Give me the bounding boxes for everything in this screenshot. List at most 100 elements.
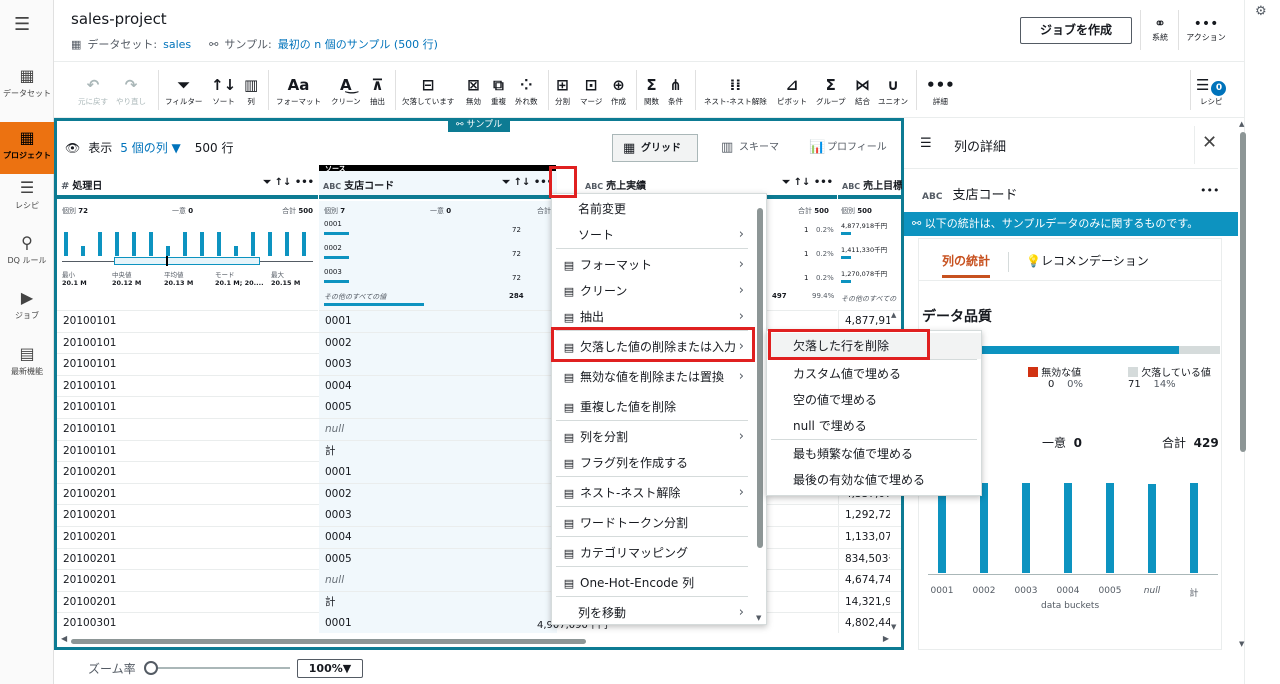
join-button[interactable]: ⋈ 結合: [855, 76, 870, 107]
menu-item[interactable]: ▤ 列を分割 ›: [556, 424, 752, 450]
outlier-button[interactable]: ⁘ 外れ数: [515, 76, 538, 107]
table-row[interactable]: 20100201 0003 1,292,725: [57, 505, 901, 527]
top-value-bar: [324, 280, 350, 283]
submenu-item[interactable]: 最後の有効な値で埋める: [767, 467, 981, 493]
more-icon[interactable]: •••: [814, 177, 833, 188]
union-button[interactable]: ∪ ユニオン: [878, 76, 908, 107]
submenu-item[interactable]: 空の値で埋める: [767, 387, 981, 413]
create-button[interactable]: ⊕ 作成: [611, 76, 626, 107]
create-job-button[interactable]: ジョブを作成: [1020, 17, 1132, 44]
sort-icon[interactable]: ↑↓: [514, 177, 531, 188]
menu-item-label: ワードトークン分割: [580, 516, 689, 530]
menu-item[interactable]: ソート ›: [556, 222, 752, 248]
toolbar: ↶ 元に戻す ↷ やり直し ⏷ フィルター ↑↓ ソート ▥ 列 Aa フォーマット A͜ ク…: [54, 62, 1244, 118]
zoom-select[interactable]: 100%▼: [297, 659, 363, 678]
dataset-link[interactable]: sales: [163, 38, 191, 51]
more-icon[interactable]: •••: [1200, 184, 1219, 197]
dq-icon: ⚲: [21, 233, 33, 252]
nav-whats-new[interactable]: ▤ 最新機能: [0, 344, 54, 377]
tab-recommendations[interactable]: 💡レコメンデーション: [1026, 252, 1149, 278]
menu-item[interactable]: 名前変更: [556, 196, 752, 222]
horizontal-scrollbar[interactable]: ◀ ▶: [61, 634, 889, 645]
extract-button[interactable]: ⊼ 抽出: [370, 76, 385, 107]
menu-item[interactable]: 列を移動 ›: [556, 600, 752, 626]
chevron-right-icon: ›: [738, 283, 744, 298]
menu-item[interactable]: ▤ ワードトークン分割: [556, 510, 752, 536]
menu-item[interactable]: ▤ 無効な値を削除または置換 ›: [556, 364, 752, 390]
sort-icon[interactable]: ↑↓: [275, 177, 292, 188]
more-button[interactable]: ••• 詳細: [926, 76, 955, 107]
settings-icon[interactable]: ⚙: [1255, 4, 1267, 19]
menu-item[interactable]: ▤ カテゴリマッピング: [556, 540, 752, 566]
menu-item[interactable]: ▤ ネスト-ネスト解除 ›: [556, 480, 752, 506]
nav-datasets[interactable]: ▦ データセット: [0, 66, 54, 99]
duplicate-icon: ▤: [563, 401, 575, 414]
histogram-bar: [98, 232, 102, 256]
tab-schema[interactable]: ▥ スキーマ: [711, 134, 791, 162]
zoom-slider-handle[interactable]: [144, 661, 158, 675]
format-button[interactable]: Aa フォーマット: [276, 76, 321, 107]
invalid-button[interactable]: ⊠ 無効: [466, 76, 481, 107]
column-header-target[interactable]: ABC 売上目標: [838, 171, 902, 199]
duplicate-button[interactable]: ⧉ 重複: [491, 76, 506, 107]
missing-button[interactable]: ⊟ 欠落しています: [402, 76, 454, 107]
top-value-count: 72: [512, 274, 521, 282]
group-button[interactable]: Σ グループ: [816, 76, 846, 107]
condition-button[interactable]: ⋔ 条件: [668, 76, 683, 107]
function-button[interactable]: Σ 関数: [644, 76, 659, 107]
menu-scroll-down-icon[interactable]: ▼: [756, 614, 761, 622]
menu-item[interactable]: ▤ クリーン ›: [556, 278, 752, 304]
undo-button[interactable]: ↶ 元に戻す: [78, 76, 108, 107]
sample-icon: ⚯: [456, 120, 467, 130]
submenu-item[interactable]: 最も頻繁な値で埋める: [767, 441, 981, 467]
nav-dq-rules[interactable]: ⚲ DQ ルール: [0, 233, 54, 266]
sort-button[interactable]: ↑↓ ソート: [211, 76, 236, 107]
submenu-item[interactable]: null で埋める: [767, 413, 981, 439]
recipe-button[interactable]: ☰ 0 レシピ: [1196, 76, 1227, 107]
table-row[interactable]: 20100201 0004 1,133,077: [57, 527, 901, 549]
table-row[interactable]: 20100201 null 4,674,742: [57, 570, 901, 592]
submenu-item[interactable]: カスタム値で埋める: [767, 361, 981, 387]
sort-icon[interactable]: ↑↓: [794, 177, 811, 188]
table-row[interactable]: 20100201 0005 834,503千: [57, 548, 901, 571]
menu-item[interactable]: ▤ フォーマット ›: [556, 252, 752, 278]
sample-link[interactable]: 最初の n 個のサンプル (500 行): [278, 36, 438, 52]
table-row[interactable]: 20100301 0001 4,802,449: [57, 613, 901, 633]
nest-button[interactable]: ⁞⁞ ネスト-ネスト解除: [704, 76, 767, 107]
table-row[interactable]: 20100201 計 14,321,99: [57, 591, 901, 614]
menu-scrollbar[interactable]: [757, 208, 763, 548]
hamburger-icon[interactable]: ☰: [14, 14, 30, 35]
nav-recipes[interactable]: ☰ レシピ: [0, 178, 54, 211]
pivot-button[interactable]: ⊿ ピボット: [777, 76, 807, 107]
summary-stats: 最小 20.1 M 中央値 20.12 M 平均値 20.13 M モード 20.1 M…: [62, 271, 301, 287]
column-header-date[interactable]: # 処理日 ⏷ ↑↓ •••: [57, 171, 318, 199]
merge-button[interactable]: ⊡ マージ: [580, 76, 602, 107]
split-button[interactable]: ⊞ 分割: [555, 76, 570, 107]
column-header-branch[interactable]: ABC 支店コード ⏷ ↑↓ •••: [319, 171, 557, 199]
lineage-button[interactable]: ⚭ 系統: [1146, 16, 1174, 43]
split-icon: ▤: [563, 431, 575, 444]
nav-projects[interactable]: ▦ プロジェクト: [0, 122, 54, 174]
more-icon[interactable]: •••: [295, 177, 314, 188]
menu-item[interactable]: ▤ フラグ列を作成する: [556, 450, 752, 476]
filter-icon[interactable]: ⏷: [782, 177, 790, 188]
menu-item-label: カテゴリマッピング: [580, 546, 689, 560]
panel-scrollbar[interactable]: ▲ ▼: [1238, 118, 1248, 650]
filter-icon[interactable]: ⏷: [502, 177, 510, 188]
column-button[interactable]: ▥ 列: [244, 76, 258, 107]
close-icon[interactable]: ✕: [1202, 132, 1217, 153]
actions-button[interactable]: ••• アクション: [1182, 16, 1230, 43]
filter-icon[interactable]: ⏷: [263, 177, 271, 188]
redo-button[interactable]: ↷ やり直し: [116, 76, 146, 107]
menu-item[interactable]: ▤ 重複した値を削除: [556, 394, 752, 420]
chart-axis: [928, 574, 1218, 575]
filter-button[interactable]: ⏷ フィルター: [165, 76, 202, 107]
clean-button[interactable]: A͜ クリーン: [331, 76, 361, 107]
nav-jobs[interactable]: ▶ ジョブ: [0, 288, 54, 321]
tab-grid[interactable]: ▦ グリッド: [612, 134, 698, 162]
tab-profile[interactable]: 📊 プロフィール: [799, 134, 899, 162]
tab-column-stats[interactable]: 列の統計: [942, 252, 991, 278]
columns-dropdown[interactable]: 5 個の列 ▼: [120, 139, 181, 156]
zoom-track[interactable]: [150, 667, 290, 669]
menu-item[interactable]: ▤ One-Hot-Encode 列: [556, 570, 752, 596]
